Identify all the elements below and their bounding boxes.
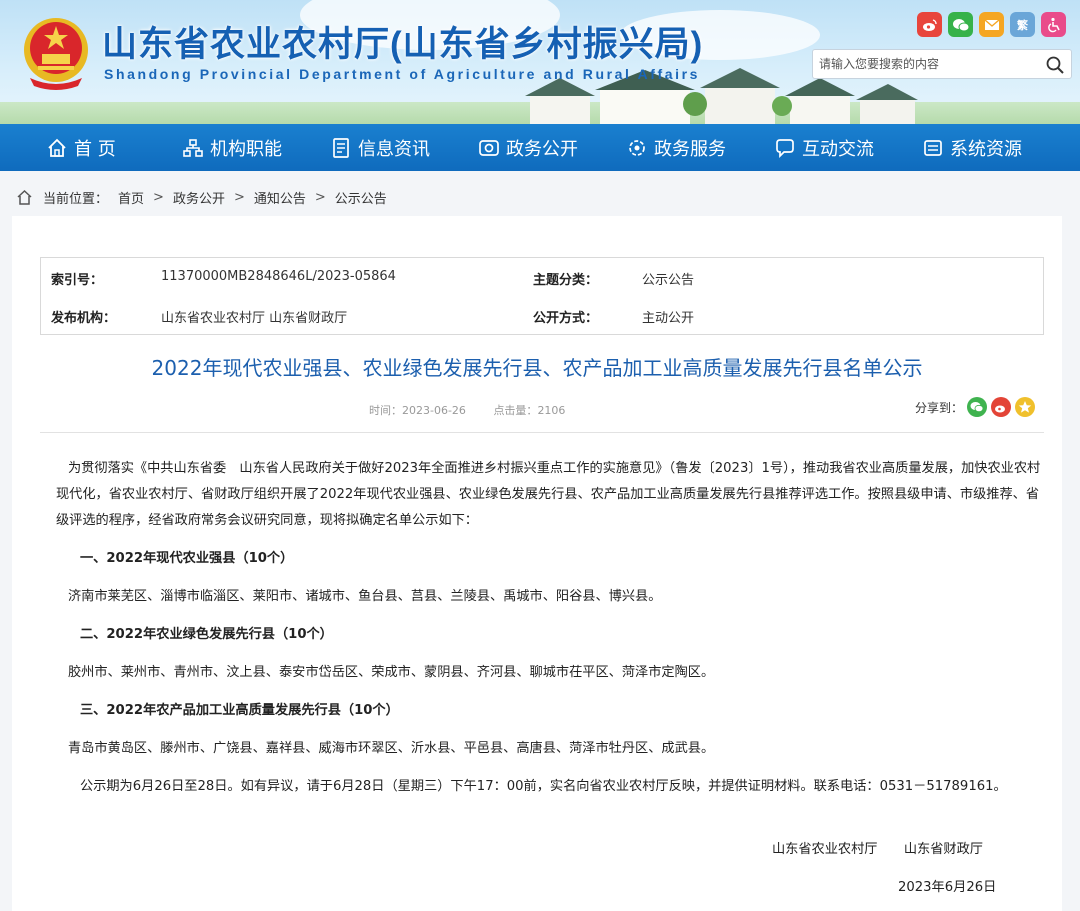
article-meta-table: 索引号： 11370000MB2848646L/2023-05864 主题分类：…	[40, 257, 1044, 335]
breadcrumb-separator: >	[233, 190, 245, 205]
national-emblem-icon	[24, 18, 88, 90]
news-icon	[333, 137, 349, 158]
section-list: 胶州市、莱州市、青州市、汶上县、泰安市岱岳区、荣成市、蒙阴县、齐河县、聊城市茌平…	[68, 665, 715, 680]
search-input[interactable]	[819, 54, 1039, 74]
breadcrumb-separator: >	[153, 190, 164, 205]
nav-label: 首 页	[74, 138, 116, 160]
share-weibo-icon[interactable]	[991, 397, 1012, 417]
meta-topic-label: 主题分类：	[533, 273, 599, 288]
breadcrumb-separator: >	[314, 190, 326, 205]
accessibility-icon[interactable]	[1041, 12, 1066, 37]
service-icon	[629, 139, 645, 156]
publish-time: 2023-06-26	[402, 404, 466, 417]
mail-icon[interactable]	[979, 12, 1004, 37]
intro-paragraph: 为贯彻落实《中共山东省委 山东省人民政府关于做好2023年全面推进乡村振兴重点工…	[56, 456, 1044, 534]
nav-label: 系统资源	[950, 138, 1022, 160]
nav-resources[interactable]: 系统资源	[922, 124, 1070, 171]
section-heading: 一、2022年现代农业强县（10个）	[80, 551, 294, 566]
section-heading: 二、2022年农业绿色发展先行县（10个）	[80, 627, 333, 642]
site-header: 山东省农业农村厅(山东省乡村振兴局) Shandong Provincial D…	[0, 0, 1080, 124]
chat-icon	[776, 138, 794, 158]
main-nav: 首 页 机构职能 信息资讯 政务公开 政务服务 互动交流 系统资源	[0, 124, 1080, 171]
search-icon[interactable]	[1045, 55, 1065, 75]
divider	[40, 432, 1044, 433]
org-icon	[183, 138, 203, 157]
meta-topic-value: 公示公告	[642, 273, 695, 288]
notice-paragraph: 公示期为6月26日至28日。如有异议，请于6月28日（星期三）下午17：00前，…	[80, 779, 1007, 794]
site-subtitle: Shandong Provincial Department of Agricu…	[104, 66, 701, 82]
signature-orgs: 山东省农业农村厅 山东省财政厅	[772, 842, 983, 857]
nav-label: 政务服务	[654, 138, 726, 160]
breadcrumb-item[interactable]: 政务公开	[173, 188, 225, 207]
nav-home[interactable]: 首 页	[46, 124, 182, 171]
section-list: 济南市莱芜区、淄博市临淄区、莱阳市、诸城市、鱼台县、莒县、兰陵县、禹城市、阳谷县…	[68, 589, 662, 604]
breadcrumb-item[interactable]: 首页	[118, 188, 144, 207]
breadcrumb: 当前位置： 首页 > 政务公开 > 通知公告 > 公示公告	[16, 188, 387, 207]
article-info: 时间：2023-06-26 点击量：2106	[369, 402, 589, 418]
share-bar: 分享到：	[915, 397, 1036, 417]
home-icon	[17, 189, 32, 205]
clicks-label: 点击量：	[493, 404, 538, 417]
nav-label: 政务公开	[506, 138, 578, 160]
breadcrumb-item[interactable]: 公示公告	[335, 188, 387, 207]
meta-index-label: 索引号：	[51, 273, 104, 288]
meta-publisher-label: 发布机构：	[51, 311, 117, 326]
breadcrumb-prefix: 当前位置：	[43, 192, 109, 207]
nav-label: 机构职能	[210, 138, 282, 160]
traditional-chinese-icon[interactable]: 繁	[1010, 12, 1035, 37]
breadcrumb-item[interactable]: 通知公告	[254, 188, 306, 207]
nav-gov-service[interactable]: 政务服务	[626, 124, 774, 171]
nav-label: 信息资讯	[358, 138, 430, 160]
meta-publisher-value: 山东省农业农村厅 山东省财政厅	[161, 311, 348, 326]
meta-index-value: 11370000MB2848646L/2023-05864	[161, 269, 396, 284]
search-box	[812, 49, 1072, 79]
social-toolbar: 繁	[917, 12, 1066, 37]
resource-icon	[924, 139, 942, 156]
share-qzone-icon[interactable]	[1015, 397, 1036, 417]
meta-open-value: 主动公开	[642, 311, 695, 326]
nav-news[interactable]: 信息资讯	[330, 124, 478, 171]
nav-interaction[interactable]: 互动交流	[774, 124, 922, 171]
nav-label: 互动交流	[802, 138, 874, 160]
meta-open-label: 公开方式：	[533, 311, 599, 326]
site-title: 山东省农业农村厅(山东省乡村振兴局)	[102, 25, 704, 64]
signature-date: 2023年6月26日	[898, 880, 997, 895]
home-icon	[48, 138, 66, 157]
wechat-icon[interactable]	[948, 12, 973, 37]
article-panel: 索引号： 11370000MB2848646L/2023-05864 主题分类：…	[12, 216, 1062, 911]
article-title: 2022年现代农业强县、农业绿色发展先行县、农产品加工业高质量发展先行县名单公示	[151, 356, 923, 380]
share-label: 分享到：	[915, 400, 964, 415]
intro-text: 为贯彻落实《中共山东省委 山东省人民政府关于做好2023年全面推进乡村振兴重点工…	[56, 461, 1041, 528]
section-heading: 三、2022年农产品加工业高质量发展先行县（10个）	[80, 703, 399, 718]
click-count: 2106	[537, 404, 566, 417]
time-label: 时间：	[369, 404, 402, 417]
eye-icon	[479, 139, 499, 156]
article-body: 为贯彻落实《中共山东省委 山东省人民政府关于做好2023年全面推进乡村振兴重点工…	[56, 456, 1044, 812]
section-list: 青岛市黄岛区、滕州市、广饶县、嘉祥县、威海市环翠区、沂水县、平邑县、高唐县、菏泽…	[68, 741, 715, 756]
share-wechat-icon[interactable]	[967, 397, 988, 417]
nav-gov-open[interactable]: 政务公开	[478, 124, 626, 171]
weibo-icon[interactable]	[917, 12, 942, 37]
nav-org[interactable]: 机构职能	[182, 124, 330, 171]
